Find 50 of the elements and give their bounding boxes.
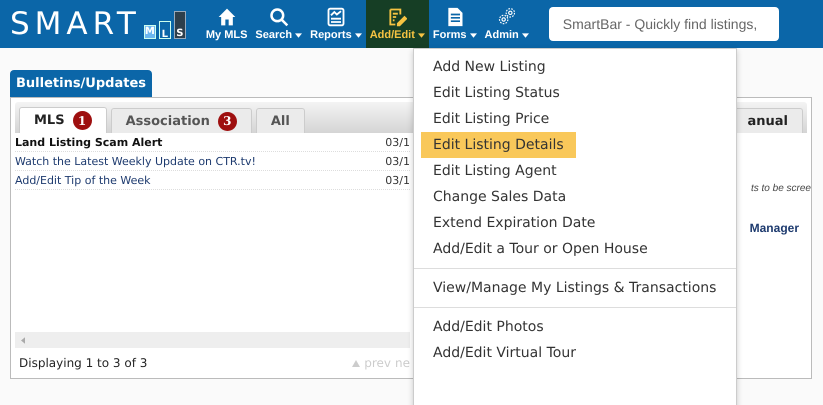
nav-menu-button[interactable]: My MLS <box>202 0 252 48</box>
bulletin-link[interactable]: Add/Edit Tip of the Week <box>15 174 151 186</box>
bulletin-date: 03/1 <box>385 136 410 148</box>
caret-icon <box>470 32 477 38</box>
logo-letter-tile: S <box>174 11 186 39</box>
nav-menu-button[interactable]: Admin <box>480 0 533 48</box>
logo-text: SMART <box>10 9 141 39</box>
logo-letter-tile: L <box>158 21 171 39</box>
count-badge: 3 <box>218 112 237 130</box>
caret-icon <box>418 32 425 38</box>
caret-icon <box>354 32 362 38</box>
bulletin-tab[interactable]: Association 3 <box>110 108 252 133</box>
home-icon <box>216 7 237 27</box>
search-icon <box>268 7 289 27</box>
bulletin-date: 03/1 <box>385 154 410 168</box>
nav-menu-button[interactable]: Reports <box>306 0 366 48</box>
menu-item[interactable]: Edit Listing Details <box>421 132 576 158</box>
menu-item[interactable]: Add/Edit Virtual Tour <box>421 340 588 366</box>
logo-letter-tile: M <box>144 25 156 39</box>
smartbar-search-field[interactable]: SmartBar - Quickly find listings, <box>548 7 779 41</box>
bulletin-date: 03/1 <box>385 174 410 186</box>
note-text: ts to be scree <box>750 183 811 194</box>
chart-report-icon <box>326 7 346 27</box>
menu-item[interactable]: View/Manage My Listings & Transactions <box>421 275 728 301</box>
section-heading: Manager <box>750 221 799 235</box>
menu-item[interactable]: Change Sales Data <box>421 184 578 210</box>
menu-item[interactable]: Edit Listing Status <box>421 80 572 106</box>
count-badge: 1 <box>72 111 92 130</box>
bulletin-tab[interactable]: MLS 1 <box>19 107 107 133</box>
pencil-list-icon <box>387 7 408 27</box>
bulletin-tab[interactable]: All <box>256 108 305 133</box>
bulletin-link[interactable]: Watch the Latest Weekly Update on CTR.tv! <box>15 154 256 168</box>
horizontal-scrollbar[interactable] <box>15 332 410 348</box>
menu-item[interactable]: Extend Expiration Date <box>421 210 608 236</box>
panel-title-tab[interactable]: Bulletins/Updates <box>10 70 152 97</box>
triangle-icon <box>352 360 360 366</box>
menu-item[interactable]: Edit Listing Price <box>421 106 562 132</box>
menu-item[interactable]: Add/Edit Photos <box>421 314 556 340</box>
nav-menu-button[interactable]: Search <box>251 0 306 48</box>
scroll-left-icon[interactable] <box>21 336 25 344</box>
caret-icon <box>295 32 302 38</box>
menu-item[interactable]: Add New Listing <box>421 54 558 80</box>
nav-menu-button[interactable]: Forms <box>428 0 481 48</box>
caret-icon <box>522 32 529 38</box>
menu-item[interactable]: Add/Edit a Tour or Open House <box>421 236 660 262</box>
nav-menu-button[interactable]: Add/Edit <box>366 0 429 48</box>
gears-icon <box>496 7 517 27</box>
paging-status: Displaying 1 to 3 of 3 <box>19 356 148 370</box>
bulletin-link[interactable]: Land Listing Scam Alert <box>15 136 162 148</box>
menu-item[interactable]: Edit Listing Agent <box>421 158 569 184</box>
